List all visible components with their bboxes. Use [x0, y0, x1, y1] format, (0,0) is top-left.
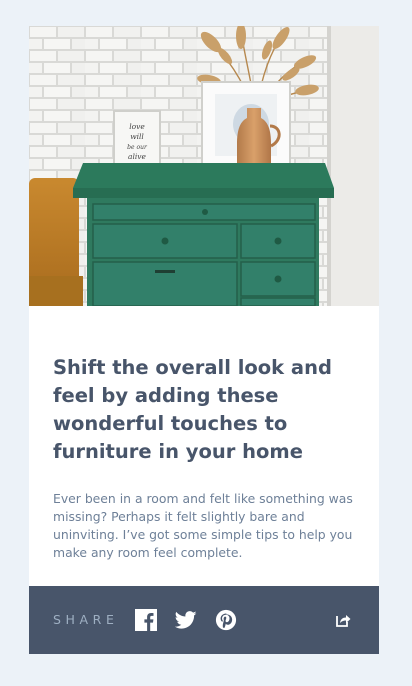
- pinterest-icon[interactable]: [215, 609, 237, 631]
- share-icon[interactable]: [335, 612, 351, 628]
- furniture-illustration: love will be our alive: [29, 26, 379, 306]
- article-description: Ever been in a room and felt like someth…: [53, 491, 353, 560]
- frame-word-4: alive: [128, 152, 147, 161]
- frame-word-3: be our: [127, 144, 148, 151]
- article-content: Shift the overall look and feel by addin…: [53, 354, 355, 562]
- frame-word-2: will: [130, 132, 144, 141]
- share-bar: SHARE: [29, 586, 379, 654]
- twitter-icon[interactable]: [175, 609, 197, 631]
- hero-image: love will be our alive: [29, 26, 379, 306]
- frame-word-1: love: [129, 122, 145, 131]
- share-label: SHARE: [53, 612, 119, 627]
- article-card: love will be our alive Shift the overall…: [29, 26, 379, 654]
- facebook-icon[interactable]: [135, 609, 157, 631]
- article-title: Shift the overall look and feel by addin…: [53, 356, 332, 463]
